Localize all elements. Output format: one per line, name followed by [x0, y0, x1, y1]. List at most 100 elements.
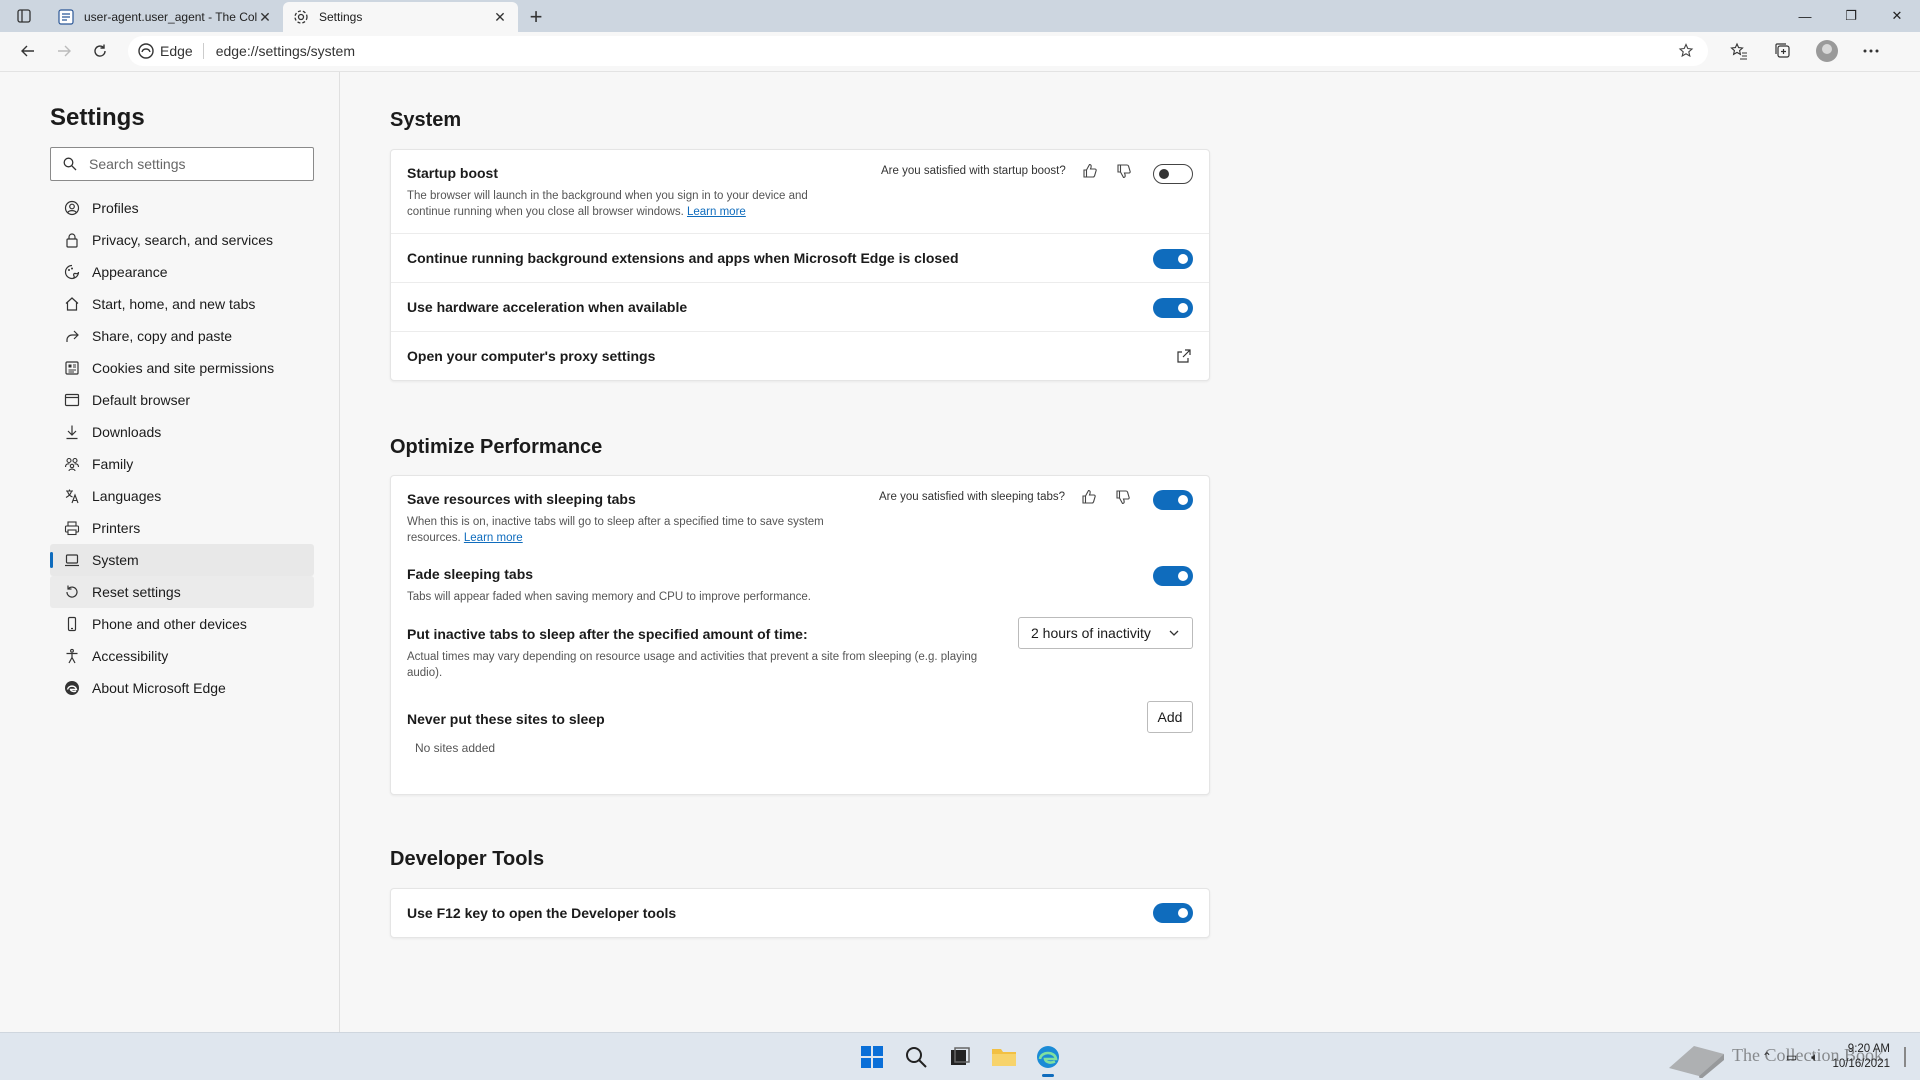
sidebar-item-share-copy[interactable]: Share, copy and paste: [50, 320, 314, 352]
sleeping-tabs-row: Save resources with sleeping tabs When t…: [391, 476, 1209, 551]
sleep-timeout-select[interactable]: 2 hours of inactivity: [1018, 617, 1193, 649]
external-link-icon[interactable]: [1175, 347, 1193, 365]
sidebar-item-about[interactable]: About Microsoft Edge: [50, 672, 314, 704]
sleeping-tabs-learn-more-link[interactable]: Learn more: [464, 532, 523, 544]
background-extensions-toggle[interactable]: [1153, 249, 1193, 269]
laptop-icon: [64, 552, 80, 568]
more-options-icon[interactable]: [1854, 36, 1888, 66]
startup-boost-learn-more-link[interactable]: Learn more: [687, 206, 746, 218]
start-icon[interactable]: [852, 1037, 892, 1077]
sidebar-item-cookies[interactable]: Cookies and site permissions: [50, 352, 314, 384]
thumbs-up-icon[interactable]: [1079, 487, 1099, 507]
f12-row: Use F12 key to open the Developer tools: [391, 889, 1209, 937]
tab-actions-button[interactable]: [0, 0, 48, 32]
sidebar-item-phone[interactable]: Phone and other devices: [50, 608, 314, 640]
tab-user-agent[interactable]: user-agent.user_agent - The Coll ✕: [48, 2, 283, 32]
sidebar-item-languages[interactable]: Languages: [50, 480, 314, 512]
taskbar-apps: [852, 1033, 1068, 1080]
search-icon[interactable]: [896, 1037, 936, 1077]
search-icon: [63, 157, 77, 171]
sidebar-nav: Profiles Privacy, search, and services A…: [50, 192, 314, 704]
new-tab-button[interactable]: +: [518, 2, 554, 32]
restore-icon[interactable]: ❐: [1828, 0, 1874, 32]
close-window-icon[interactable]: ✕: [1874, 0, 1920, 32]
sidebar-item-label: Privacy, search, and services: [92, 232, 274, 248]
thumbs-down-icon[interactable]: [1113, 487, 1133, 507]
file-explorer-icon[interactable]: [984, 1037, 1024, 1077]
browser-toolbar: Edge edge://settings/system: [0, 32, 1920, 70]
sidebar-item-privacy[interactable]: Privacy, search, and services: [50, 224, 314, 256]
sidebar-item-label: About Microsoft Edge: [92, 680, 226, 696]
edge-icon[interactable]: [1028, 1037, 1068, 1077]
sleeping-tabs-feedback: Are you satisfied with sleeping tabs?: [879, 487, 1133, 507]
tab-bar: user-agent.user_agent - The Coll ✕ Setti…: [0, 0, 1920, 32]
tab-settings[interactable]: Settings ✕: [283, 2, 518, 32]
settings-sidebar: Settings Profiles Privacy, search, and s…: [0, 72, 340, 1033]
languages-icon: [64, 488, 80, 504]
close-tab-icon[interactable]: ✕: [492, 9, 508, 25]
fade-sleeping-tabs-toggle[interactable]: [1153, 566, 1193, 586]
feedback-question: Are you satisfied with sleeping tabs?: [879, 491, 1066, 503]
sidebar-item-label: Reset settings: [92, 584, 181, 600]
sidebar-item-system[interactable]: System: [50, 544, 314, 576]
watermark-text: The Collection Book: [1732, 1045, 1883, 1065]
sleeping-tabs-toggle[interactable]: [1153, 490, 1193, 510]
sidebar-item-accessibility[interactable]: Accessibility: [50, 640, 314, 672]
add-site-button[interactable]: Add: [1147, 701, 1193, 733]
f12-title: Use F12 key to open the Developer tools: [407, 905, 677, 921]
back-button[interactable]: [10, 36, 46, 66]
startup-boost-desc-line1: The browser will launch in the backgroun…: [407, 190, 808, 202]
forward-arrow-icon: [58, 45, 71, 57]
notification-bar[interactable]: [1904, 1047, 1906, 1067]
startup-boost-toggle[interactable]: [1153, 164, 1193, 184]
search-box[interactable]: [50, 147, 314, 181]
section-title-system: System: [390, 109, 462, 131]
sleeping-tabs-title: Save resources with sleeping tabs: [407, 491, 636, 507]
devtools-card: Use F12 key to open the Developer tools: [390, 888, 1210, 938]
minimize-icon[interactable]: —: [1782, 0, 1828, 32]
address-bar[interactable]: Edge edge://settings/system: [128, 36, 1708, 66]
thumbs-up-icon[interactable]: [1080, 161, 1100, 181]
collections-icon[interactable]: [1766, 36, 1800, 66]
inactive-sleep-title: Put inactive tabs to sleep after the spe…: [407, 626, 808, 642]
task-view-icon[interactable]: [940, 1037, 980, 1077]
hardware-acceleration-toggle[interactable]: [1153, 298, 1193, 318]
hardware-acceleration-row: Use hardware acceleration when available: [391, 283, 1209, 332]
inactive-sleep-row: Put inactive tabs to sleep after the spe…: [391, 611, 1209, 696]
edge-icon: [138, 43, 154, 59]
forward-button[interactable]: [46, 36, 82, 66]
avatar: [1816, 40, 1838, 62]
tab-title: user-agent.user_agent - The Coll: [84, 10, 257, 24]
url-text[interactable]: edge://settings/system: [216, 43, 1674, 59]
thumbs-down-icon[interactable]: [1114, 161, 1134, 181]
sleeping-tabs-desc: When this is on, inactive tabs will go t…: [407, 514, 824, 546]
profile-button[interactable]: [1810, 36, 1844, 66]
sidebar-item-default-browser[interactable]: Default browser: [50, 384, 314, 416]
inactive-sleep-desc-line2: audio).: [407, 667, 443, 679]
sleeping-tabs-desc-line2: resources.: [407, 532, 461, 544]
phone-icon: [64, 616, 80, 632]
sidebar-item-start-home[interactable]: Start, home, and new tabs: [50, 288, 314, 320]
sidebar-item-label: Appearance: [92, 264, 168, 280]
sidebar-item-label: Phone and other devices: [92, 616, 247, 632]
startup-boost-title: Startup boost: [407, 165, 498, 181]
sidebar-item-appearance[interactable]: Appearance: [50, 256, 314, 288]
sidebar-item-family[interactable]: Family: [50, 448, 314, 480]
sidebar-item-profiles[interactable]: Profiles: [50, 192, 314, 224]
site-identity[interactable]: Edge: [138, 43, 204, 59]
proxy-settings-row[interactable]: Open your computer's proxy settings: [391, 332, 1209, 380]
close-tab-icon[interactable]: ✕: [257, 9, 273, 25]
background-extensions-row: Continue running background extensions a…: [391, 234, 1209, 283]
add-favorite-icon[interactable]: [1674, 43, 1698, 59]
sidebar-item-printers[interactable]: Printers: [50, 512, 314, 544]
f12-toggle[interactable]: [1153, 903, 1193, 923]
search-input[interactable]: [89, 156, 299, 172]
sidebar-item-reset[interactable]: Reset settings: [50, 576, 314, 608]
appearance-icon: [64, 264, 80, 280]
fade-sleeping-tabs-title: Fade sleeping tabs: [407, 566, 534, 582]
sidebar-item-label: Cookies and site permissions: [92, 360, 275, 376]
sidebar-item-downloads[interactable]: Downloads: [50, 416, 314, 448]
favorites-icon[interactable]: [1722, 36, 1756, 66]
system-card: Startup boost The browser will launch in…: [390, 149, 1210, 381]
refresh-button[interactable]: [82, 36, 118, 66]
